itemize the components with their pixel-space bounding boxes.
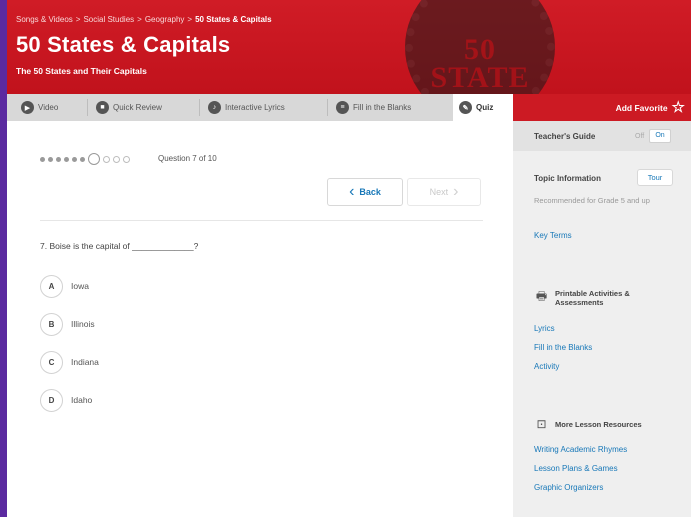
- printable-activities-header: 🖶 Printable Activities & Assessments: [534, 289, 650, 307]
- breadcrumb-separator: >: [75, 15, 81, 24]
- breadcrumb-geography[interactable]: Geography: [145, 15, 185, 24]
- sidebar: Teacher's Guide Off On Topic Information…: [513, 121, 691, 517]
- tab-bar: ▶ Video ■ Quick Review ♪ Interactive Lyr…: [7, 94, 691, 121]
- next-button[interactable]: Next ›: [407, 178, 481, 206]
- page-header: 50 STATE CAPITALS Songs & Videos>Social …: [7, 0, 691, 94]
- option-letter[interactable]: C: [40, 350, 63, 374]
- progress-dot-remaining: [123, 155, 130, 163]
- app-frame: 50 STATE CAPITALS Songs & Videos>Social …: [7, 0, 691, 517]
- toggle-off-option[interactable]: Off: [635, 133, 644, 140]
- printable-link-fill-in-the-blanks[interactable]: Fill in the Blanks: [534, 343, 592, 352]
- progress-dot-answered: [72, 156, 77, 162]
- resource-link-lesson-plans-games[interactable]: Lesson Plans & Games: [534, 464, 618, 473]
- lesson-resources-title: More Lesson Resources: [555, 420, 642, 429]
- back-label: Back: [359, 187, 381, 197]
- answer-option-b[interactable]: B Illinois: [40, 312, 95, 336]
- tab-video[interactable]: ▶ Video: [21, 94, 58, 121]
- breadcrumb-current: 50 States & Capitals: [195, 15, 272, 24]
- add-favorite-label: Add Favorite: [615, 102, 668, 113]
- tour-button[interactable]: Tour: [637, 169, 673, 186]
- tab-divider: [199, 99, 200, 116]
- option-text: Idaho: [71, 395, 93, 405]
- toggle-on-option[interactable]: On: [649, 129, 671, 143]
- teachers-guide-label: Teacher's Guide: [534, 132, 596, 141]
- answer-option-a[interactable]: A Iowa: [40, 274, 89, 298]
- progress-dot-answered: [64, 156, 69, 162]
- progress-dot-answered: [56, 156, 61, 162]
- question-text: 7. Boise is the capital of _____________…: [40, 241, 199, 251]
- play-icon: ▶: [21, 101, 34, 114]
- progress-dot-answered: [40, 156, 45, 162]
- topic-information-label: Topic Information: [534, 174, 601, 183]
- teachers-guide-row: Teacher's Guide Off On: [513, 121, 691, 151]
- option-letter[interactable]: D: [40, 388, 63, 412]
- tab-label: Quick Review: [113, 103, 162, 112]
- tab-label: Interactive Lyrics: [225, 103, 285, 112]
- progress-dot-answered: [80, 156, 85, 162]
- option-text: Iowa: [71, 281, 89, 291]
- answer-option-d[interactable]: D Idaho: [40, 388, 92, 412]
- progress-dot-remaining: [103, 155, 110, 163]
- page-title: 50 States & Capitals: [16, 32, 231, 57]
- quiz-panel: Question 7 of 10 ‹ Back Next › 7. Boise …: [7, 121, 513, 517]
- lyrics-icon: ♪: [208, 101, 221, 114]
- resource-link-writing-academic-rhymes[interactable]: Writing Academic Rhymes: [534, 445, 627, 454]
- review-icon: ■: [96, 101, 109, 114]
- tab-divider: [87, 99, 88, 116]
- quiz-icon: ✎: [459, 101, 472, 114]
- tab-interactive-lyrics[interactable]: ♪ Interactive Lyrics: [208, 94, 285, 121]
- divider: [40, 220, 483, 221]
- progress-dot-answered: [48, 156, 53, 162]
- chevron-left-icon: ‹: [349, 183, 355, 200]
- resources-icon: ⊡: [536, 417, 547, 431]
- breadcrumb-separator: >: [137, 15, 142, 24]
- back-button[interactable]: ‹ Back: [327, 178, 403, 206]
- answer-option-c[interactable]: C Indiana: [40, 350, 99, 374]
- tab-label: Video: [38, 103, 59, 112]
- breadcrumb: Songs & Videos > Social Studies > Geography >…: [16, 15, 272, 24]
- tab-fill-in-the-blanks[interactable]: ≡ Fill in the Blanks: [336, 94, 411, 121]
- blanks-icon: ≡: [336, 101, 349, 114]
- printable-link-lyrics[interactable]: Lyrics: [534, 324, 555, 333]
- question-counter: Question 7 of 10: [158, 154, 217, 163]
- tab-quick-review[interactable]: ■ Quick Review: [96, 94, 162, 121]
- progress-dot-remaining: [113, 155, 120, 163]
- star-outline-icon: ☆: [671, 99, 685, 116]
- option-letter[interactable]: A: [40, 274, 63, 298]
- seal-text: 50 STATE CAPITALS: [415, 33, 571, 95]
- breadcrumb-social-studies[interactable]: Social Studies: [83, 15, 134, 24]
- quiz-progress: [40, 153, 130, 165]
- printable-activities-title: Printable Activities & Assessments: [555, 289, 630, 307]
- option-letter[interactable]: B: [40, 312, 63, 336]
- grade-recommendation: Recommended for Grade 5 and up: [534, 196, 650, 205]
- add-favorite-button[interactable]: Add Favorite ☆: [616, 94, 685, 121]
- next-label: Next: [429, 187, 449, 197]
- key-terms-link[interactable]: Key Terms: [534, 231, 572, 240]
- breadcrumb-separator: >: [187, 15, 193, 24]
- resource-link-graphic-organizers[interactable]: Graphic Organizers: [534, 483, 603, 492]
- option-text: Indiana: [71, 357, 99, 367]
- breadcrumb-songs-videos[interactable]: Songs & Videos: [16, 15, 73, 24]
- tabs-strip: ▶ Video ■ Quick Review ♪ Interactive Lyr…: [7, 94, 513, 121]
- printer-icon: 🖶: [535, 289, 548, 303]
- option-text: Illinois: [71, 319, 95, 329]
- tab-label: Quiz: [476, 103, 494, 112]
- lesson-resources-header: ⊡ More Lesson Resources: [534, 417, 642, 431]
- chevron-right-icon: ›: [453, 183, 459, 200]
- progress-dot-current: [88, 153, 100, 165]
- tab-divider: [327, 99, 328, 116]
- page-subtitle: The 50 States and Their Capitals: [16, 66, 147, 76]
- printable-link-activity[interactable]: Activity: [534, 362, 559, 371]
- tab-quiz[interactable]: ✎ Quiz: [453, 94, 513, 121]
- tab-label: Fill in the Blanks: [353, 103, 412, 112]
